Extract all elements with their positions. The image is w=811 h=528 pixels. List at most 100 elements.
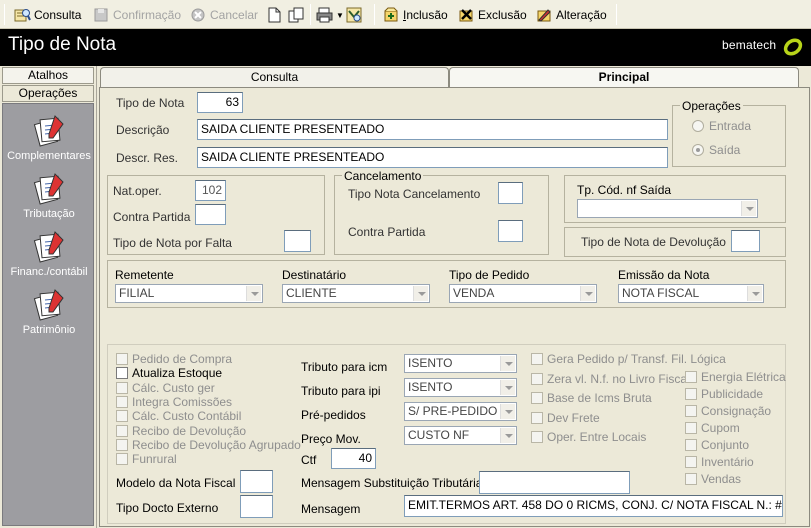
tipo-nota-cancel-field[interactable] <box>498 182 523 204</box>
sidebar-item-label: Tributação <box>23 208 75 220</box>
cancelar-button[interactable]: Cancelar <box>190 4 258 26</box>
checkbox-left-5[interactable]: Recibo de Devolução <box>116 424 246 438</box>
checkbox-right-1[interactable]: Publicidade <box>685 387 763 401</box>
modelo-nota-label: Modelo da Nota Fiscal <box>116 476 236 490</box>
chevron-down-icon <box>741 201 756 216</box>
tipo-pedido-dropdown[interactable] <box>580 284 597 303</box>
checkbox-box <box>531 392 543 404</box>
printer-icon <box>316 7 333 23</box>
chevron-down-icon <box>580 286 595 301</box>
checkbox-right-6[interactable]: Vendas <box>685 472 741 486</box>
cancelar-label: Cancelar <box>210 8 259 22</box>
filter-button[interactable] <box>346 4 363 26</box>
remetente-dropdown[interactable] <box>246 284 263 303</box>
sidebar-item-label: Financ./contábil <box>10 266 88 278</box>
sidebar-item-tributacao[interactable]: Tributação <box>3 170 95 220</box>
destinatario-select[interactable]: CLIENTE <box>282 284 430 303</box>
checkbox-right-4[interactable]: Conjunto <box>685 438 749 452</box>
checkbox-left-3[interactable]: Integra Comissões <box>116 395 232 409</box>
emissao-label: Emissão da Nota <box>618 268 710 282</box>
checkbox-box <box>116 395 128 408</box>
checkbox-mid-4[interactable]: Oper. Entre Locais <box>531 430 646 444</box>
checkbox-label: Recibo de Devolução Agrupado <box>132 437 301 452</box>
exclusao-button[interactable]: Exclusão <box>458 4 527 26</box>
emissao-select[interactable]: NOTA FISCAL <box>618 284 764 303</box>
copy-button[interactable] <box>288 4 305 26</box>
checkbox-mid-3[interactable]: Dev Frete <box>531 411 600 425</box>
operacoes-title: Operações <box>680 99 743 113</box>
checkbox-mid-1[interactable]: Zera vl. N.f. no Livro Fiscal <box>531 372 690 386</box>
inclusao-label: Inclusão <box>403 8 448 22</box>
toolbar: Consulta Confirmação Cancelar ▼ Inclusão… <box>0 0 811 29</box>
checkbox-label: Consignação <box>701 404 772 418</box>
checkbox-right-0[interactable]: Energia Elétrica <box>685 370 786 384</box>
tributo-ipi-dropdown[interactable] <box>500 378 517 397</box>
nat-oper-field[interactable]: 102 <box>195 180 226 201</box>
tp-cod-nf-saida-select[interactable] <box>577 199 758 218</box>
sidebar-tab-operacoes[interactable]: Operações <box>2 85 94 102</box>
saida-radio[interactable]: Saída <box>692 143 740 157</box>
tab-consulta[interactable]: Consulta <box>100 67 449 87</box>
print-button[interactable]: ▼ <box>316 4 344 26</box>
sidebar-item-patrimonio[interactable]: Patrimônio <box>3 286 95 336</box>
checkbox-box <box>116 410 128 423</box>
checkbox-right-3[interactable]: Cupom <box>685 421 740 435</box>
chevron-down-icon <box>413 286 428 301</box>
checkbox-mid-2[interactable]: Base de Icms Bruta <box>531 391 652 405</box>
tipo-docto-field[interactable] <box>240 495 273 518</box>
preco-mov-dropdown[interactable] <box>500 426 517 445</box>
inclusao-button[interactable]: Inclusão <box>383 4 448 26</box>
ctf-label: Ctf <box>301 453 317 467</box>
delete-record-icon <box>458 7 475 23</box>
tipo-nota-field[interactable]: 63 <box>197 92 243 113</box>
checkbox-left-4[interactable]: Cálc. Custo Contábil <box>116 409 241 423</box>
checkbox-right-2[interactable]: Consignação <box>685 404 771 418</box>
save-disk-icon <box>93 7 110 23</box>
tipo-pedido-select[interactable]: VENDA <box>449 284 597 303</box>
chevron-down-icon <box>747 286 762 301</box>
tipo-nota-devolucao-field[interactable] <box>731 230 760 252</box>
descr-res-field[interactable]: SAIDA CLIENTE PRESENTEADO <box>197 147 668 168</box>
contra-partida-field[interactable] <box>195 204 226 225</box>
pre-pedidos-dropdown[interactable] <box>500 402 517 421</box>
checkbox-left-1[interactable]: Atualiza Estoque <box>116 366 222 380</box>
ctf-field[interactable]: 40 <box>331 448 376 469</box>
destinatario-dropdown[interactable] <box>413 284 430 303</box>
toolbar-separator <box>374 4 375 25</box>
checkbox-left-7[interactable]: Funrural <box>116 452 177 466</box>
sidebar-tab-atalhos[interactable]: Atalhos <box>2 67 94 84</box>
modelo-nota-field[interactable] <box>240 470 273 493</box>
sidebar-item-complementares[interactable]: Complementares <box>3 112 95 162</box>
cancel-icon <box>190 7 207 23</box>
checkbox-right-5[interactable]: Inventário <box>685 455 754 469</box>
checkbox-left-6[interactable]: Recibo de Devolução Agrupado <box>116 438 301 452</box>
tab-label: Consulta <box>250 70 299 84</box>
new-document-button[interactable] <box>266 4 283 26</box>
contra-partida-cancel-field[interactable] <box>498 220 523 242</box>
descricao-field[interactable]: SAIDA CLIENTE PRESENTEADO <box>197 119 668 140</box>
checkbox-label: Oper. Entre Locais <box>547 430 647 444</box>
checkbox-left-2[interactable]: Cálc. Custo ger <box>116 381 215 395</box>
consulta-button[interactable]: Consulta <box>14 4 81 26</box>
forms-pen-icon <box>33 231 64 263</box>
checkbox-mid-0[interactable]: Gera Pedido p/ Transf. Fil. Lógica <box>531 352 726 366</box>
checkbox-left-0[interactable]: Pedido de Compra <box>116 352 232 366</box>
chevron-down-icon <box>500 428 515 443</box>
tipo-nota-falta-field[interactable] <box>284 230 311 252</box>
tab-principal[interactable]: Principal <box>449 67 799 89</box>
sidebar-item-label: Patrimônio <box>22 324 76 336</box>
emissao-dropdown[interactable] <box>747 284 764 303</box>
toolbar-grip <box>4 4 5 25</box>
sidebar-item-financ-contabil[interactable]: Financ./contábil <box>3 228 95 278</box>
entrada-label: Entrada <box>709 119 752 133</box>
tributo-icm-dropdown[interactable] <box>500 354 517 373</box>
confirmacao-button[interactable]: Confirmação <box>93 4 181 26</box>
entrada-radio[interactable]: Entrada <box>692 119 751 133</box>
consulta-label: Consulta <box>34 8 82 22</box>
contra-partida-label: Contra Partida <box>113 210 191 224</box>
mensagem-field[interactable]: EMIT.TERMOS ART. 458 DO 0 RICMS, CONJ. C… <box>404 495 783 517</box>
checkbox-label: Pedido de Compra <box>132 352 233 366</box>
remetente-select[interactable]: FILIAL <box>115 284 263 303</box>
msg-sub-field[interactable] <box>479 471 630 494</box>
alteracao-button[interactable]: Alteração <box>536 4 607 26</box>
